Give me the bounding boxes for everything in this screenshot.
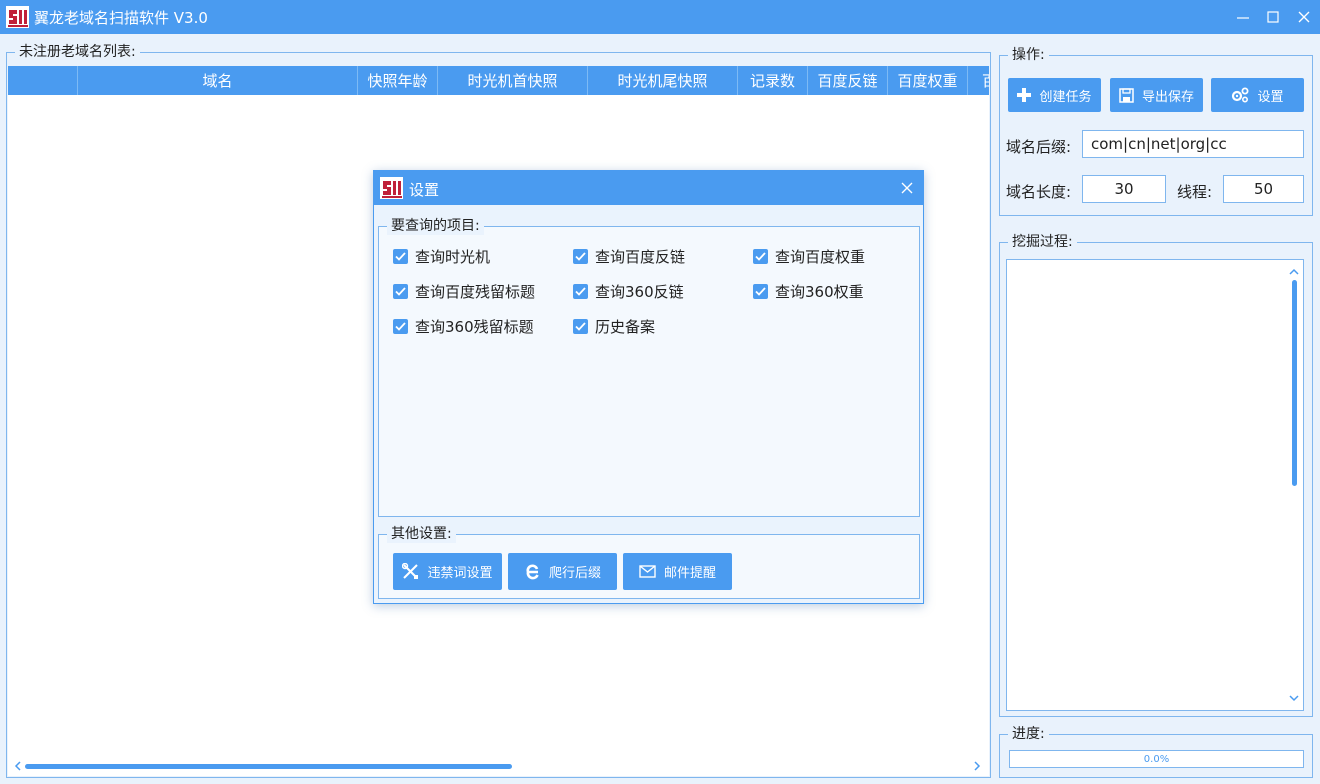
email-alert-button[interactable]: 邮件提醒 (623, 553, 732, 590)
checkbox-checked-icon (753, 284, 768, 299)
other-settings-legend: 其他设置: (387, 525, 456, 543)
query-items-group: 要查询的项目: 查询时光机 查询百度反链 查询百度权重 查询百度残留标题 查询3… (378, 217, 920, 517)
checkbox-history-icp[interactable]: 历史备案 (573, 316, 655, 337)
checkbox-baidu-residual-title[interactable]: 查询百度残留标题 (393, 281, 535, 302)
domain-length-input[interactable]: 30 (1082, 175, 1166, 203)
dialog-close-icon[interactable] (899, 180, 915, 196)
banned-words-button[interactable]: 违禁词设置 (393, 553, 502, 590)
scroll-down-icon[interactable] (1289, 690, 1299, 706)
crawl-suffix-label: 爬行后缀 (548, 566, 601, 581)
column-header-snapshot-age[interactable]: 快照年龄 (358, 66, 438, 95)
column-header-truncated[interactable]: 百 (968, 66, 989, 95)
checkbox-checked-icon (573, 249, 588, 264)
export-save-button[interactable]: 导出保存 (1110, 78, 1203, 112)
window-title: 翼龙老域名扫描软件 V3.0 (34, 9, 208, 27)
checkbox-checked-icon (393, 319, 408, 334)
checkbox-baidu-backlinks[interactable]: 查询百度反链 (573, 246, 685, 267)
minimize-button[interactable] (1228, 0, 1258, 34)
progress-bar: 0.0% (1009, 750, 1304, 768)
column-header-record-count[interactable]: 记录数 (738, 66, 808, 95)
export-save-label: 导出保存 (1141, 89, 1194, 105)
process-log[interactable] (1006, 259, 1304, 711)
domain-suffix-label: 域名后缀: (1006, 138, 1072, 156)
maximize-button[interactable] (1258, 0, 1288, 34)
checkbox-checked-icon (573, 284, 588, 299)
column-header-wayback-first[interactable]: 时光机首快照 (438, 66, 588, 95)
checkbox-label: 查询360反链 (595, 283, 684, 301)
column-header-baidu-weight[interactable]: 百度权重 (888, 66, 968, 95)
settings-label: 设置 (1257, 89, 1284, 105)
domain-suffix-input[interactable]: com|cn|net|org|cc (1082, 130, 1304, 158)
envelope-icon (639, 565, 656, 578)
crawl-suffix-button[interactable]: 爬行后缀 (508, 553, 617, 590)
checkbox-label: 查询百度残留标题 (415, 283, 536, 301)
unregistered-domain-legend: 未注册老域名列表: (15, 43, 140, 61)
column-header-wayback-last[interactable]: 时光机尾快照 (588, 66, 738, 95)
create-task-button[interactable]: 创建任务 (1008, 78, 1101, 112)
settings-dialog: 设置 要查询的项目: 查询时光机 查询百度反链 查询百度权重 查询百度残留标题 … (373, 170, 924, 604)
progress-text: 0.0% (1143, 753, 1170, 765)
checkbox-checked-icon (393, 249, 408, 264)
process-legend: 挖掘过程: (1008, 233, 1077, 251)
title-bar: 翼龙老域名扫描软件 V3.0 (0, 0, 1320, 34)
checkbox-wayback[interactable]: 查询时光机 (393, 246, 490, 267)
checkbox-360-backlinks[interactable]: 查询360反链 (573, 281, 684, 302)
close-icon (1298, 11, 1310, 23)
threads-input[interactable]: 50 (1223, 175, 1304, 203)
operations-group: 操作: 创建任务 导出保存 设置 域名后缀: com|cn|net|org|cc… (999, 46, 1313, 216)
checkbox-checked-icon (393, 284, 408, 299)
column-header-index[interactable] (8, 66, 78, 95)
dialog-title: 设置 (409, 181, 440, 199)
minimize-icon (1237, 17, 1249, 19)
checkbox-checked-icon (573, 319, 588, 334)
checkbox-label: 查询时光机 (415, 248, 491, 266)
vertical-scroll-thumb[interactable] (1292, 280, 1297, 486)
plus-icon (1017, 88, 1032, 102)
scroll-left-icon[interactable] (12, 759, 24, 773)
checkbox-360-residual-title[interactable]: 查询360残留标题 (393, 316, 534, 337)
progress-legend: 进度: (1008, 725, 1049, 743)
close-button[interactable] (1289, 0, 1319, 34)
checkbox-checked-icon (753, 249, 768, 264)
checkbox-baidu-weight[interactable]: 查询百度权重 (753, 246, 865, 267)
checkbox-label: 查询百度权重 (775, 248, 866, 266)
operations-legend: 操作: (1008, 46, 1049, 64)
email-alert-label: 邮件提醒 (663, 566, 716, 581)
maximize-icon (1267, 11, 1279, 23)
banned-words-label: 违禁词设置 (427, 566, 493, 581)
other-settings-group: 其他设置: 违禁词设置 爬行后缀 邮件提醒 (378, 525, 920, 599)
process-group: 挖掘过程: (999, 233, 1313, 717)
checkbox-label: 查询360残留标题 (415, 318, 534, 336)
horizontal-scrollbar[interactable] (8, 756, 989, 776)
browser-e-icon (524, 563, 541, 580)
gears-icon (1231, 87, 1249, 103)
checkbox-label: 查询360权重 (775, 283, 864, 301)
scroll-right-icon[interactable] (971, 759, 983, 773)
horizontal-scroll-thumb[interactable] (25, 764, 512, 769)
column-header-domain[interactable]: 域名 (78, 66, 358, 95)
progress-group: 进度: 0.0% (999, 725, 1313, 778)
checkbox-label: 历史备案 (595, 318, 656, 336)
column-header: 域名 快照年龄 时光机首快照 时光机尾快照 记录数 百度反链 百度权重 百 (8, 66, 989, 95)
save-icon (1119, 87, 1134, 103)
scroll-up-icon[interactable] (1289, 264, 1299, 280)
create-task-label: 创建任务 (1039, 89, 1092, 105)
checkbox-360-weight[interactable]: 查询360权重 (753, 281, 864, 302)
checkbox-label: 查询百度反链 (595, 248, 686, 266)
settings-button[interactable]: 设置 (1211, 78, 1304, 112)
column-header-baidu-backlinks[interactable]: 百度反链 (808, 66, 888, 95)
app-logo-icon (6, 6, 29, 28)
dialog-title-bar: 设置 (374, 171, 923, 205)
query-items-legend: 要查询的项目: (387, 217, 484, 235)
threads-label: 线程: (1177, 183, 1213, 201)
domain-length-label: 域名长度: (1006, 183, 1072, 201)
tools-icon (402, 563, 419, 580)
dialog-logo-icon (380, 177, 403, 199)
